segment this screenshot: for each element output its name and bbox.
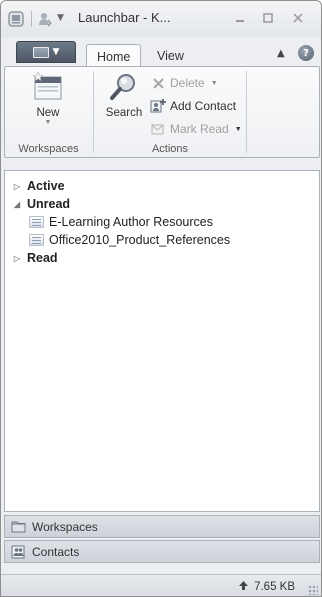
add-contact-icon: [150, 98, 166, 114]
add-contact-button[interactable]: Add Contact: [150, 96, 236, 116]
search-icon: [108, 71, 140, 103]
resize-grip[interactable]: [308, 585, 318, 595]
actions-group: Search Delete ▼ Add Contact Mark Read ▼ …: [95, 67, 245, 157]
delete-label: Delete: [170, 76, 205, 90]
new-workspace-button[interactable]: New ▼: [22, 71, 74, 131]
nav-workspaces-label: Workspaces: [32, 519, 98, 534]
status-size: 7.65 KB: [238, 580, 295, 594]
status-bar: 7.65 KB: [1, 574, 321, 596]
feed-icon: [29, 216, 44, 228]
search-label: Search: [105, 107, 143, 119]
mark-read-label: Mark Read: [170, 122, 229, 136]
app-icon[interactable]: [7, 10, 25, 28]
user-icon[interactable]: [36, 10, 54, 28]
workspaces-group: New ▼ Workspaces: [5, 67, 92, 157]
tree-item-label: E-Learning Author Resources: [49, 215, 213, 229]
ribbon-tab-row: ▼ Home View ▲ ?: [1, 37, 321, 68]
collapse-icon[interactable]: ◢: [11, 200, 23, 209]
maximize-icon[interactable]: [257, 9, 279, 27]
tab-home[interactable]: Home: [86, 44, 142, 68]
minimize-icon[interactable]: [229, 9, 251, 27]
upload-icon: [238, 580, 249, 594]
group-separator: [246, 71, 247, 153]
tree-item-label: Office2010_Product_References: [49, 233, 231, 247]
help-icon[interactable]: ?: [298, 45, 314, 61]
nav-contacts-button[interactable]: Contacts: [4, 540, 320, 563]
tab-home-label: Home: [97, 49, 131, 64]
tree-node-label: Read: [27, 251, 58, 265]
window-title: Launchbar - K...: [78, 10, 171, 25]
application-menu-button[interactable]: ▼: [16, 41, 76, 63]
nav-contacts-label: Contacts: [32, 544, 80, 559]
tab-view[interactable]: View: [147, 44, 194, 67]
tree-node-unread[interactable]: ◢ Unread: [11, 195, 70, 213]
group-separator: [93, 71, 94, 153]
contacts-icon: [11, 545, 26, 559]
tree-item-elearning[interactable]: E-Learning Author Resources: [29, 213, 213, 231]
search-button[interactable]: Search: [98, 71, 150, 131]
nav-workspaces-button[interactable]: Workspaces: [4, 515, 320, 538]
expand-icon[interactable]: ▷: [11, 182, 23, 191]
chevron-down-icon: ▼: [234, 125, 242, 133]
feed-icon: [29, 234, 44, 246]
launchbar-window: ▼ Launchbar - K... ▼ Home View ▲ ? New ▼…: [0, 0, 322, 597]
expand-icon[interactable]: ▷: [11, 254, 23, 263]
folder-icon: [11, 520, 26, 534]
mark-read-button[interactable]: Mark Read ▼: [150, 119, 242, 139]
ribbon-panel: New ▼ Workspaces Search Delete ▼ Add Con…: [4, 66, 320, 158]
feed-tree: ▷ Active ◢ Unread E-Learning Author Reso…: [4, 170, 320, 512]
add-contact-label: Add Contact: [170, 99, 237, 113]
actions-group-label: Actions: [151, 143, 189, 155]
new-workspace-icon: [32, 71, 64, 103]
status-size-value: 7.65 KB: [254, 581, 295, 593]
tree-node-read[interactable]: ▷ Read: [11, 249, 58, 267]
tree-node-active[interactable]: ▷ Active: [11, 177, 65, 195]
tree-node-label: Active: [27, 179, 65, 193]
chevron-down-icon: ▼: [210, 79, 218, 87]
chevron-down-icon: ▼: [44, 119, 52, 126]
delete-icon: [150, 75, 166, 91]
close-icon[interactable]: [287, 9, 309, 27]
workspaces-group-label: Workspaces: [18, 143, 79, 155]
tree-item-office2010[interactable]: Office2010_Product_References: [29, 231, 230, 249]
new-label: New: [36, 107, 60, 119]
qat-separator: [31, 11, 32, 27]
tree-node-label: Unread: [27, 197, 71, 211]
mark-read-icon: [150, 121, 166, 137]
collapse-ribbon-icon[interactable]: ▲: [277, 48, 285, 59]
chevron-down-icon: ▼: [52, 47, 60, 57]
chevron-down-icon[interactable]: ▼: [57, 13, 64, 23]
delete-button[interactable]: Delete ▼: [150, 73, 218, 93]
menu-icon: [32, 46, 49, 58]
title-bar: ▼ Launchbar - K...: [1, 1, 321, 37]
tab-view-label: View: [157, 48, 184, 63]
